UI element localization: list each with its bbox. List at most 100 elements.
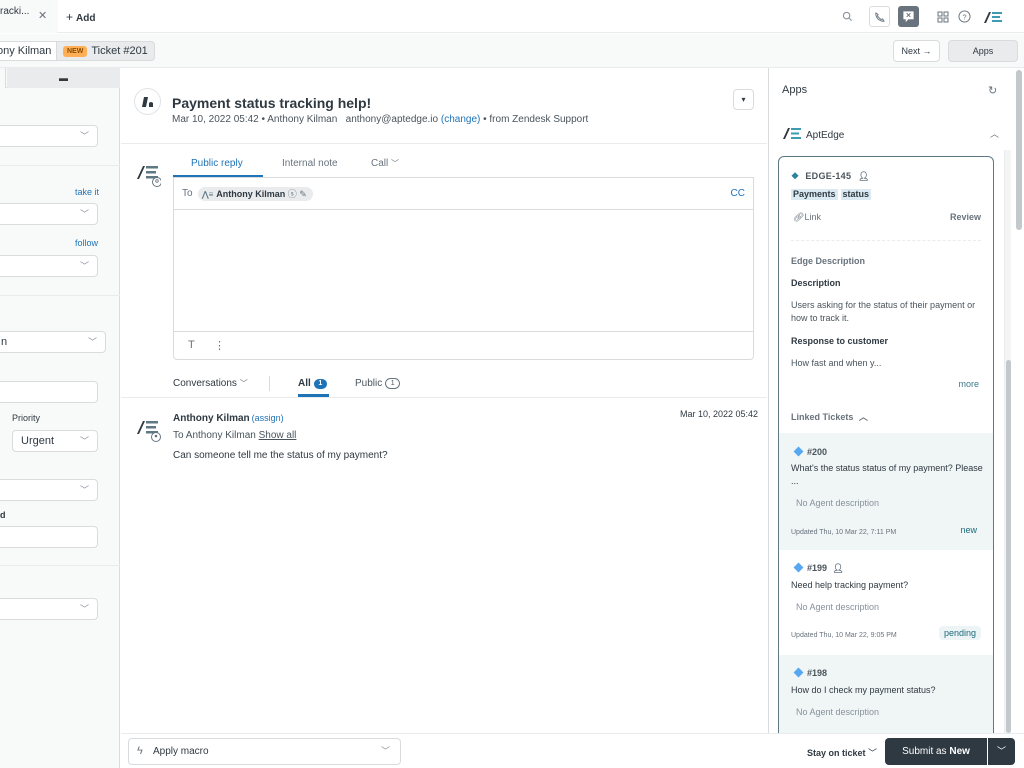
linked-ticket[interactable]: #199 👤︎ Need help tracking payment? No A… bbox=[779, 550, 993, 655]
conversations-label: Conversations bbox=[173, 378, 237, 389]
linked-tickets-toggle[interactable]: Linked Tickets ︿ bbox=[791, 410, 868, 423]
link-icon: 🔗︎ bbox=[793, 212, 804, 222]
apps-title: Apps bbox=[782, 84, 807, 96]
breadcrumb-requester[interactable]: ony Kilman bbox=[0, 41, 58, 61]
chevron-down-icon: ▾ bbox=[741, 95, 745, 104]
message-avatar bbox=[135, 416, 161, 442]
divider bbox=[0, 295, 120, 296]
change-link[interactable]: (change) bbox=[441, 114, 480, 125]
agent-description: No Agent description bbox=[796, 602, 879, 612]
tag: status bbox=[841, 189, 872, 200]
apps-button[interactable]: Apps bbox=[948, 40, 1018, 62]
link-button[interactable]: 🔗︎Link bbox=[793, 212, 821, 223]
author-name: Anthony Kilman bbox=[173, 413, 250, 424]
chat-close-icon[interactable] bbox=[898, 6, 919, 27]
phone-icon[interactable] bbox=[869, 6, 890, 27]
description-text: Users asking for the status of their pay… bbox=[791, 299, 986, 325]
review-button[interactable]: Review bbox=[950, 212, 981, 222]
chevron-down-icon: ﹀ bbox=[240, 379, 248, 388]
plus-icon: + bbox=[66, 10, 73, 24]
ticket-options-button[interactable]: ▾ bbox=[733, 89, 754, 110]
reply-textarea[interactable] bbox=[174, 210, 753, 331]
linked-ticket-title: How do I check my payment status? bbox=[791, 684, 986, 697]
refresh-icon[interactable]: ↻ bbox=[988, 84, 997, 97]
close-tab-icon[interactable]: ✕ bbox=[38, 9, 47, 22]
submit-button[interactable]: Submit as New bbox=[885, 738, 987, 765]
type-select[interactable]: n﹀ bbox=[0, 331, 106, 353]
top-bar: racki... ✕ +Add ? bbox=[0, 0, 1024, 33]
cc-link[interactable]: CC bbox=[731, 188, 745, 199]
message-recipients: To Anthony Kilman Show all bbox=[173, 430, 296, 441]
priority-select[interactable]: Urgent﹀ bbox=[12, 430, 98, 452]
tab-call[interactable]: Call ﹀ bbox=[371, 158, 399, 169]
lightning-icon: ϟ bbox=[137, 739, 143, 764]
submit-options-button[interactable]: ﹀ bbox=[988, 738, 1015, 765]
filter-public[interactable]: Public1 bbox=[355, 378, 400, 389]
tab-internal-note[interactable]: Internal note bbox=[282, 158, 338, 169]
properties-tab[interactable] bbox=[0, 68, 6, 88]
next-button[interactable]: Next → bbox=[893, 40, 940, 62]
divider bbox=[269, 376, 270, 391]
call-label: Call bbox=[371, 158, 388, 169]
ticket-email: anthony@aptedge.io bbox=[346, 114, 438, 125]
response-text: How fast and when y... bbox=[791, 357, 881, 370]
recipient-chip[interactable]: ⋀≡Anthony Kilman ⓢ ✎ bbox=[198, 187, 313, 201]
tab-title: racki... bbox=[0, 6, 29, 17]
search-icon[interactable] bbox=[837, 6, 858, 27]
message-body: Can someone tell me the status of my pay… bbox=[173, 450, 388, 461]
chevron-down-icon: ﹀ bbox=[868, 748, 877, 758]
show-all-link[interactable]: Show all bbox=[259, 430, 297, 441]
grid-icon[interactable] bbox=[932, 6, 953, 27]
add-tab-button[interactable]: +Add bbox=[66, 10, 95, 24]
message-timestamp: Mar 10, 2022 05:42 bbox=[680, 409, 758, 419]
text-format-icon[interactable]: T bbox=[188, 339, 195, 351]
edge-id[interactable]: ❖EDGE-145 👤︎ bbox=[791, 171, 870, 182]
ticket-tab-active[interactable]: racki... ✕ bbox=[0, 0, 57, 33]
ticket-diamond-icon bbox=[794, 563, 804, 573]
tab-public-reply[interactable]: Public reply bbox=[191, 158, 243, 169]
submit-prefix: Submit as bbox=[902, 746, 946, 757]
brand-select[interactable]: ﹀ bbox=[0, 125, 98, 147]
assignee-select[interactable]: ﹀ bbox=[0, 203, 98, 225]
filter-all[interactable]: All1 bbox=[298, 378, 327, 389]
status-badge: pending bbox=[939, 626, 981, 640]
linked-ticket-id: #200 bbox=[795, 447, 827, 457]
divider bbox=[121, 143, 767, 144]
ticket-number: Ticket #201 bbox=[91, 45, 147, 57]
more-options-icon[interactable]: ⋮ bbox=[214, 339, 225, 352]
follow-link[interactable]: follow bbox=[75, 238, 98, 248]
help-icon[interactable]: ? bbox=[954, 6, 975, 27]
archive-tab[interactable]: ▬ bbox=[7, 68, 120, 88]
edge-id-text: EDGE-145 bbox=[805, 171, 851, 181]
bottom-select[interactable]: ﹀ bbox=[0, 598, 98, 620]
stay-on-ticket-dropdown[interactable]: Stay on ticket ﹀ bbox=[807, 746, 877, 759]
text-field[interactable] bbox=[0, 381, 98, 403]
ticket-id-text: #198 bbox=[807, 668, 827, 678]
edit-pencil-icon[interactable]: ✎ bbox=[299, 189, 307, 199]
breadcrumb-ticket[interactable]: NEWTicket #201 bbox=[56, 41, 155, 61]
ticket-id-text: #200 bbox=[807, 447, 827, 457]
submit-status: New bbox=[949, 746, 970, 757]
apply-macro-select[interactable]: ϟApply macro﹀ bbox=[128, 738, 401, 765]
conversations-dropdown[interactable]: Conversations ﹀ bbox=[173, 378, 248, 389]
aptedge-app-header[interactable]: AptEdge bbox=[782, 127, 844, 141]
custom-select[interactable]: ﹀ bbox=[0, 479, 98, 501]
more-link[interactable]: more bbox=[958, 379, 979, 389]
aptedge-logo-icon bbox=[782, 127, 802, 140]
chevron-down-icon: ﹀ bbox=[381, 739, 390, 764]
composer-toolbar: T ⋮ bbox=[174, 331, 753, 359]
take-it-link[interactable]: take it bbox=[75, 187, 99, 197]
page-scrollbar[interactable] bbox=[1016, 70, 1022, 230]
chevron-up-icon[interactable]: ︿ bbox=[990, 127, 999, 140]
chevron-down-icon: ﹀ bbox=[80, 256, 89, 276]
apps-scrollbar[interactable] bbox=[1006, 360, 1011, 733]
chevron-down-icon: ﹀ bbox=[80, 480, 89, 500]
ticket-properties-panel: ▬ ﹀ take it ﹀ follow ﹀ n﹀ Priority Urgen… bbox=[0, 68, 120, 768]
linked-ticket[interactable]: #200 What's the status status of my paym… bbox=[779, 433, 993, 550]
aptedge-logo[interactable] bbox=[982, 6, 1004, 27]
followers-select[interactable]: ﹀ bbox=[0, 255, 98, 277]
user-icon: ⓢ bbox=[288, 189, 297, 199]
assign-link[interactable]: (assign) bbox=[252, 413, 284, 423]
custom-field-input[interactable] bbox=[0, 526, 98, 548]
agent-avatar bbox=[135, 161, 161, 187]
